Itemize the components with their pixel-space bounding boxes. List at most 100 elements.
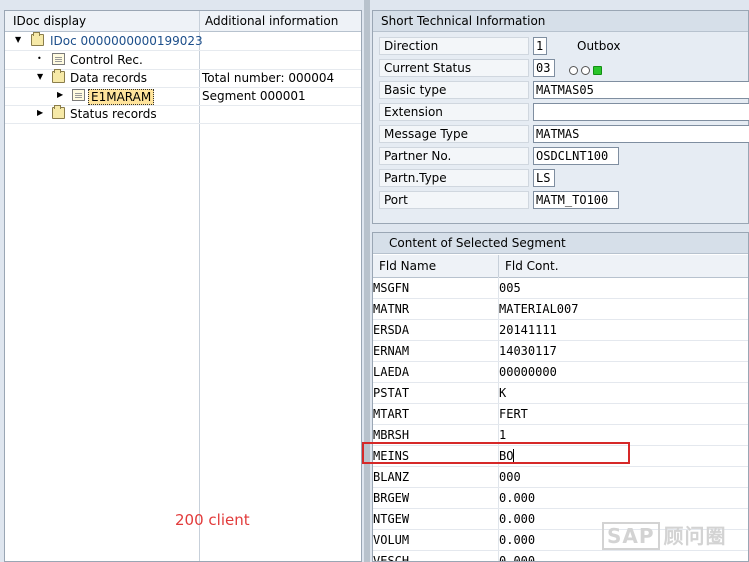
field-content-cell[interactable]: 0.000 — [499, 512, 535, 526]
field-name-cell: ERNAM — [373, 344, 410, 358]
expand-arrow-icon[interactable]: ▶ — [57, 91, 65, 99]
extension-value — [533, 103, 749, 121]
field-name-cell: MSGFN — [373, 281, 410, 295]
field-label: Port — [379, 191, 529, 209]
short-info-title: Short Technical Information — [381, 14, 546, 28]
tree-node-label[interactable]: Data records — [70, 71, 147, 85]
tree-node-status-records[interactable]: ▶ Status records — [5, 105, 361, 124]
field-content-cell[interactable]: FERT — [499, 407, 528, 421]
col-header-additional-info[interactable]: Additional information — [205, 14, 338, 28]
tree-node-info: Total number: 000004 — [202, 71, 335, 85]
collapse-arrow-icon[interactable]: ▼ — [15, 36, 23, 44]
col-header-field-name[interactable]: Fld Name — [379, 259, 436, 273]
field-name-cell: VESCH — [373, 554, 410, 562]
tree-node-control-rec[interactable]: • Control Rec. — [5, 51, 361, 70]
field-message-type: Message Type MATMAS — [379, 124, 749, 144]
message-type-value: MATMAS — [533, 125, 749, 143]
detail-panel: Short Technical Information Direction 1 … — [372, 10, 749, 562]
field-name-cell: LAEDA — [373, 365, 410, 379]
field-port: Port MATM_TO100 — [379, 190, 749, 210]
table-row: MTART FERT — [373, 403, 748, 425]
short-technical-info-box: Short Technical Information Direction 1 … — [372, 10, 749, 224]
tree-node-e1maram[interactable]: ▶ E1MARAM Segment 000001 — [5, 87, 361, 106]
collapse-arrow-icon[interactable]: ▼ — [37, 73, 45, 81]
field-extension: Extension — [379, 102, 749, 122]
field-content-cell[interactable]: 0.000 — [499, 491, 535, 505]
field-name-cell: MTART — [373, 407, 410, 421]
basic-type-value: MATMAS05 — [533, 81, 749, 99]
col-header-field-content[interactable]: Fld Cont. — [505, 259, 559, 273]
field-label: Direction — [379, 37, 529, 55]
col-header-idoc-display[interactable]: IDoc display — [13, 14, 86, 28]
short-info-title-bar: Short Technical Information — [373, 11, 748, 32]
watermark-brand: SAP — [602, 522, 660, 550]
light-green-icon — [592, 66, 602, 75]
document-icon — [72, 89, 85, 101]
annotation-note: 200 client — [175, 511, 250, 529]
expand-arrow-icon[interactable]: ▶ — [37, 109, 45, 117]
field-name-cell: VOLUM — [373, 533, 410, 547]
folder-open-icon — [52, 69, 65, 83]
field-label: Extension — [379, 103, 529, 121]
partner-type-value: LS — [533, 169, 555, 187]
tree-node-data-records[interactable]: ▼ Data records Total number: 000004 — [5, 69, 361, 88]
idoc-tree-panel: IDoc display Additional information ▼ ID… — [4, 10, 362, 562]
field-name-cell: NTGEW — [373, 512, 410, 526]
tree-node-info: Segment 000001 — [202, 89, 306, 103]
field-content-cell[interactable]: 0.000 — [499, 554, 535, 561]
tree-node-label-selected[interactable]: E1MARAM — [88, 89, 155, 105]
port-value: MATM_TO100 — [533, 191, 619, 209]
partner-no-value: OSDCLNT100 — [533, 147, 619, 165]
light-off-icon — [580, 66, 590, 75]
field-name-cell: PSTAT — [373, 386, 410, 400]
table-row: BLANZ 000 — [373, 466, 748, 488]
field-content-cell[interactable]: 1 — [499, 428, 506, 442]
field-name-cell: MBRSH — [373, 428, 410, 442]
leaf-dot-icon: • — [37, 54, 42, 63]
segment-title-bar: Content of Selected Segment — [373, 233, 748, 254]
field-name-cell: BRGEW — [373, 491, 410, 505]
document-icon — [52, 53, 65, 65]
table-row: ERSDA 20141111 — [373, 319, 748, 341]
field-content-cell[interactable]: 00000000 — [499, 365, 557, 379]
column-divider — [498, 255, 499, 277]
tree-node-idoc[interactable]: ▼ IDoc 0000000000199023 — [5, 32, 361, 51]
field-current-status: Current Status 03 — [379, 58, 749, 78]
field-content-cell[interactable]: 005 — [499, 281, 521, 295]
field-content-cell[interactable]: 000 — [499, 470, 521, 484]
segment-content-box: Content of Selected Segment Fld Name Fld… — [372, 232, 749, 562]
field-content-cell[interactable]: 0.000 — [499, 533, 535, 547]
field-content-cell[interactable]: 20141111 — [499, 323, 557, 337]
status-value: 03 — [533, 59, 555, 77]
tree-node-label[interactable]: IDoc 0000000000199023 — [50, 34, 203, 48]
segment-column-headers: Fld Name Fld Cont. — [373, 255, 748, 278]
highlight-annotation-box — [362, 442, 630, 464]
field-label: Current Status — [379, 59, 529, 77]
tree-node-label[interactable]: Status records — [70, 107, 157, 121]
field-direction: Direction 1 Outbox — [379, 36, 749, 56]
field-partner-type: Partn.Type LS — [379, 168, 749, 188]
field-partner-no: Partner No. OSDCLNT100 — [379, 146, 749, 166]
field-label: Partn.Type — [379, 169, 529, 187]
panel-splitter[interactable] — [364, 0, 370, 562]
table-row: LAEDA 00000000 — [373, 361, 748, 383]
table-row: PSTAT K — [373, 382, 748, 404]
field-label: Partner No. — [379, 147, 529, 165]
table-row: VESCH 0.000 — [373, 550, 748, 562]
direction-value: 1 — [533, 37, 547, 55]
tree-node-label[interactable]: Control Rec. — [70, 53, 143, 67]
traffic-light-icon — [569, 64, 602, 75]
segment-title: Content of Selected Segment — [389, 236, 566, 250]
light-off-icon — [569, 66, 578, 75]
table-row: BRGEW 0.000 — [373, 487, 748, 509]
folder-icon — [52, 105, 65, 119]
watermark-text: 顾问圈 — [663, 524, 727, 548]
field-content-cell[interactable]: 14030117 — [499, 344, 557, 358]
field-name-cell: BLANZ — [373, 470, 410, 484]
field-content-cell[interactable]: K — [499, 386, 506, 400]
table-row: MSGFN 005 — [373, 277, 748, 299]
table-row: MATNR MATERIAL007 — [373, 298, 748, 320]
field-label: Message Type — [379, 125, 529, 143]
field-content-cell[interactable]: MATERIAL007 — [499, 302, 578, 316]
field-basic-type: Basic type MATMAS05 — [379, 80, 749, 100]
